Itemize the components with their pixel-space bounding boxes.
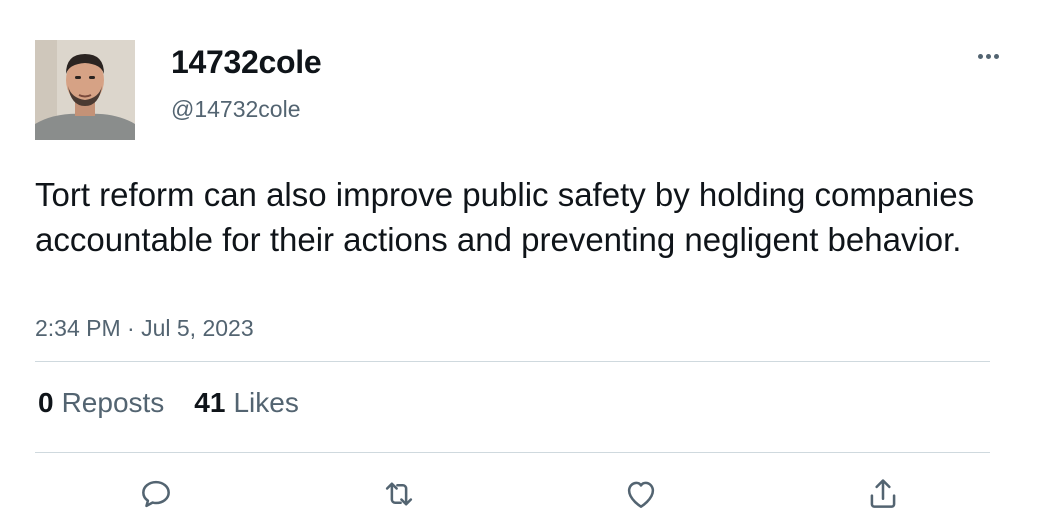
divider	[35, 361, 990, 362]
like-icon	[627, 481, 655, 508]
reposts-count: 0	[38, 387, 54, 418]
tweet-timestamp[interactable]: 2:34 PM · Jul 5, 2023	[35, 315, 254, 342]
engagement-stats: 0 Reposts 41 Likes	[38, 387, 329, 419]
likes-stat[interactable]: 41 Likes	[194, 387, 299, 419]
more-options-icon[interactable]	[968, 42, 1008, 70]
likes-label: Likes	[233, 387, 299, 418]
repost-button[interactable]	[379, 474, 419, 514]
tweet-text: Tort reform can also improve public safe…	[35, 176, 975, 258]
likes-count: 41	[194, 387, 226, 418]
reposts-label: Reposts	[61, 387, 165, 418]
repost-icon	[385, 482, 413, 506]
display-name[interactable]: 14732cole	[171, 44, 322, 81]
like-button[interactable]	[621, 474, 661, 514]
divider	[35, 452, 990, 453]
share-button[interactable]	[863, 474, 903, 514]
avatar-image	[35, 40, 135, 140]
tweet-card: 14732cole @14732cole Tort reform can als…	[0, 0, 1050, 525]
avatar[interactable]	[35, 40, 135, 140]
reply-icon	[142, 480, 170, 508]
reposts-stat[interactable]: 0 Reposts	[38, 387, 164, 419]
share-icon	[870, 479, 896, 508]
reply-button[interactable]	[136, 474, 176, 514]
user-handle[interactable]: @14732cole	[171, 96, 301, 123]
